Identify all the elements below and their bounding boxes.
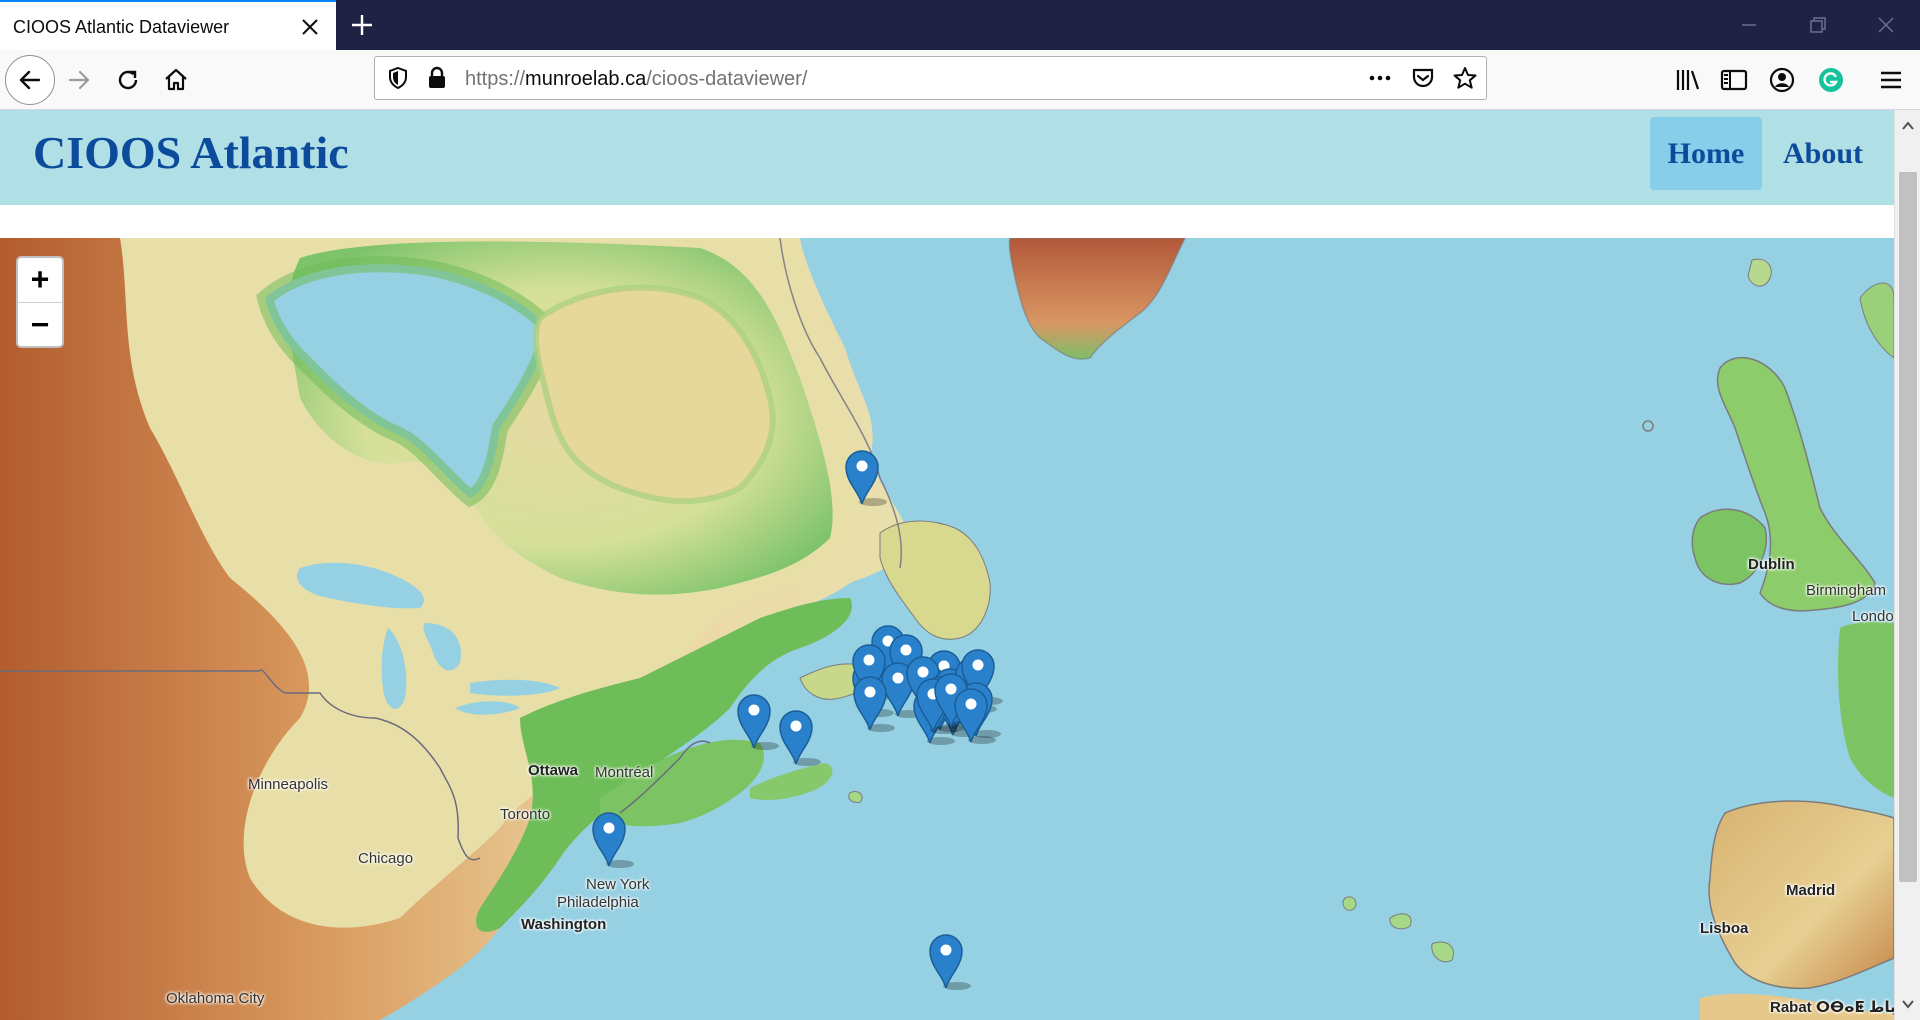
site-title[interactable]: CIOOS Atlantic	[33, 126, 349, 179]
map-pin-icon	[853, 676, 895, 732]
scroll-down-arrow-icon[interactable]	[1900, 996, 1916, 1012]
site-header: CIOOS Atlantic Home About	[0, 110, 1894, 205]
reload-icon[interactable]	[112, 64, 144, 96]
city-label-toronto: Toronto	[500, 806, 551, 823]
new-tab-icon[interactable]	[348, 11, 376, 39]
city-label-rabat: Rabat ⵔⴱⴰⵟ الرباط	[1770, 999, 1894, 1016]
browser-tab[interactable]: CIOOS Atlantic Dataviewer	[0, 0, 336, 50]
tab-title: CIOOS Atlantic Dataviewer	[13, 17, 230, 37]
city-label-oklahoma-city: Oklahoma City	[166, 990, 265, 1007]
shield-icon[interactable]	[385, 65, 411, 91]
map-marker[interactable]	[843, 446, 887, 506]
back-button[interactable]	[5, 55, 55, 105]
city-label-london: Londo	[1852, 608, 1894, 625]
city-label-minneapolis: Minneapolis	[248, 776, 329, 793]
scroll-up-arrow-icon[interactable]	[1900, 118, 1916, 134]
nav-about-link[interactable]: About	[1770, 117, 1876, 190]
bookmark-star-icon[interactable]	[1452, 65, 1478, 91]
city-label-dublin: Dublin	[1748, 556, 1795, 573]
map-pin-icon	[779, 710, 821, 766]
map-marker[interactable]	[777, 706, 821, 766]
city-label-birmingham: Birmingham	[1806, 582, 1887, 599]
restore-icon[interactable]	[1805, 12, 1831, 38]
map-marker[interactable]	[952, 684, 996, 744]
map-base-layer	[0, 238, 1894, 1020]
page-scrollbar[interactable]	[1894, 110, 1920, 1020]
account-icon[interactable]	[1766, 64, 1798, 96]
city-label-chicago: Chicago	[358, 850, 414, 867]
home-icon[interactable]	[160, 64, 192, 96]
map-marker[interactable]	[735, 690, 779, 750]
menu-icon[interactable]	[1875, 64, 1907, 96]
more-icon[interactable]	[1367, 65, 1393, 91]
nav-home-link[interactable]: Home	[1650, 117, 1762, 190]
city-label-washington: Washington	[521, 916, 607, 933]
url-text[interactable]: https://munroelab.ca/cioos-dataviewer/	[465, 68, 807, 91]
scrollbar-thumb[interactable]	[1899, 172, 1917, 882]
library-icon[interactable]	[1672, 64, 1704, 96]
minimize-icon[interactable]	[1736, 12, 1762, 38]
zoom-out-button[interactable]: −	[18, 303, 62, 347]
close-window-icon[interactable]	[1873, 12, 1899, 38]
city-label-philadelphia: Philadelphia	[557, 894, 639, 911]
map-pin-icon	[954, 688, 996, 744]
forward-icon[interactable]	[63, 64, 95, 96]
zoom-in-button[interactable]: +	[18, 258, 62, 303]
map-pin-icon	[845, 450, 887, 506]
map-pin-icon	[592, 812, 634, 868]
city-label-ottawa: Ottawa	[528, 762, 579, 779]
zoom-control: + −	[16, 256, 64, 348]
map-marker[interactable]	[927, 930, 971, 990]
address-bar[interactable]: https://munroelab.ca/cioos-dataviewer/	[374, 56, 1487, 100]
city-label-madrid: Madrid	[1786, 882, 1836, 899]
grammarly-icon[interactable]	[1815, 64, 1847, 96]
city-label-lisboa: Lisboa	[1700, 920, 1749, 937]
back-icon	[19, 70, 41, 90]
lock-icon[interactable]	[424, 65, 450, 91]
map-marker[interactable]	[590, 808, 634, 868]
browser-navigation-bar: https://munroelab.ca/cioos-dataviewer/	[0, 50, 1920, 110]
map-pin-icon	[737, 694, 779, 750]
city-label-new-york: New York	[586, 876, 650, 893]
browser-tab-strip: CIOOS Atlantic Dataviewer	[0, 0, 1920, 50]
map-marker[interactable]	[851, 672, 895, 732]
city-label-montreal: Montréal	[595, 764, 654, 781]
pocket-icon[interactable]	[1410, 65, 1436, 91]
close-tab-icon[interactable]	[298, 15, 322, 39]
map[interactable]: + − Ottawa Montréal Toronto Minneapolis …	[0, 238, 1894, 1020]
sidebar-icon[interactable]	[1718, 64, 1750, 96]
map-pin-icon	[929, 934, 971, 990]
